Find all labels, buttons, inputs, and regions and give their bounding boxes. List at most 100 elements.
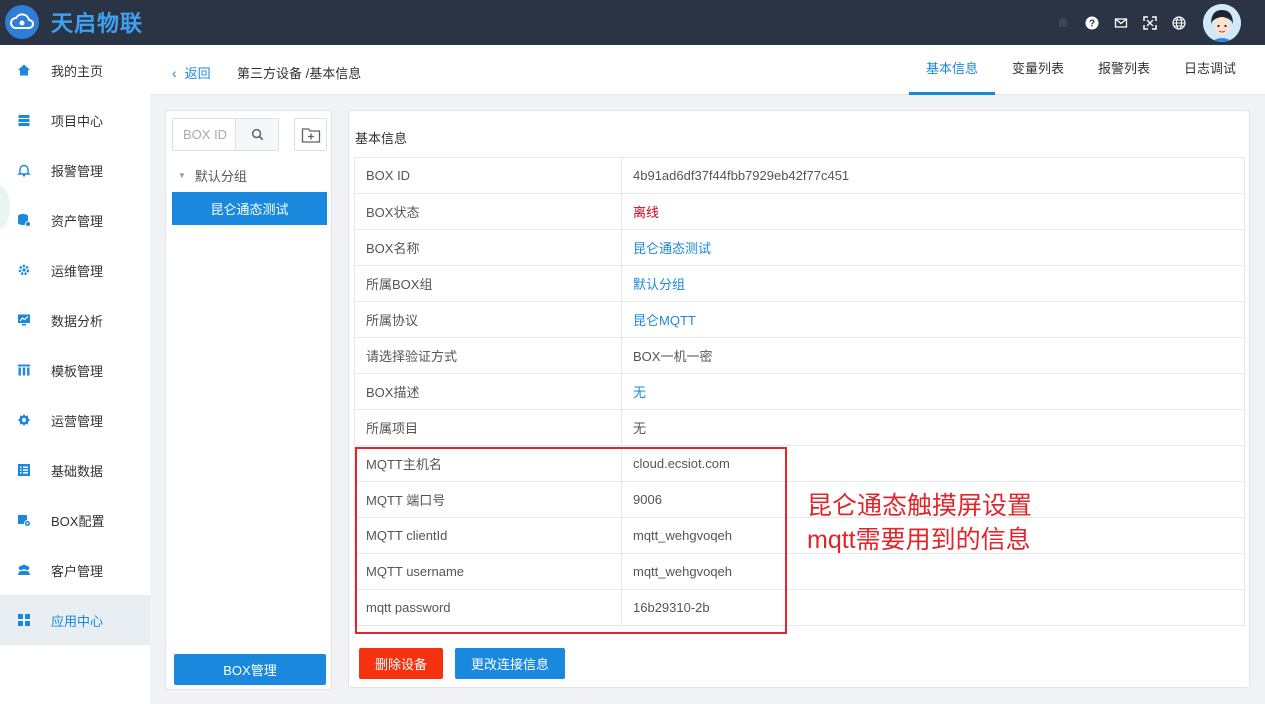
- sidebar-item-label: 客户管理: [51, 563, 104, 579]
- tab-basic-info[interactable]: 基本信息: [908, 45, 995, 95]
- gear-icon: [18, 264, 30, 276]
- row-key: BOX名称: [354, 229, 622, 266]
- editable-value[interactable]: 默认分组: [621, 265, 1245, 302]
- back-label: 返回: [184, 66, 211, 81]
- sidebar-item-home[interactable]: 我的主页: [0, 45, 150, 95]
- help-icon[interactable]: ?: [1077, 0, 1106, 45]
- tab-variable-list[interactable]: 变量列表: [995, 45, 1081, 95]
- editable-value[interactable]: 昆仑MQTT: [621, 301, 1245, 338]
- sidebar-item-management[interactable]: 运营管理: [0, 395, 150, 445]
- sidebar-item-label: 基础数据: [51, 463, 104, 479]
- brand-name: 天启物联: [51, 11, 144, 36]
- sidebar-item-operations[interactable]: 运维管理: [0, 245, 150, 295]
- box-id-search-input[interactable]: [173, 119, 235, 150]
- table-row: 请选择验证方式 BOX一机一密: [354, 337, 1245, 374]
- bars-icon: [18, 364, 30, 376]
- row-key: BOX描述: [354, 373, 622, 410]
- tab-log-debug[interactable]: 日志调试: [1167, 45, 1253, 95]
- mail-icon[interactable]: [1106, 0, 1135, 45]
- back-link[interactable]: ‹ 返回: [172, 63, 211, 82]
- bell-icon[interactable]: [1048, 0, 1077, 45]
- chevron-left-icon: ‹: [172, 64, 177, 81]
- list-icon: [18, 464, 30, 476]
- tab-alarm-list[interactable]: 报警列表: [1081, 45, 1167, 95]
- table-row: BOX ID 4b91ad6df37f44fbb7929eb42f77c451: [354, 157, 1245, 194]
- database-icon: [18, 214, 31, 227]
- sidebar-item-box-config[interactable]: BOX配置: [0, 495, 150, 545]
- search-icon: [251, 128, 263, 141]
- sidebar-item-app-center[interactable]: 应用中心: [0, 595, 150, 645]
- sidebar-item-analytics[interactable]: 数据分析: [0, 295, 150, 345]
- globe-icon[interactable]: [1164, 0, 1193, 45]
- bell-icon: [17, 164, 31, 177]
- breadcrumb: 第三方设备 /基本信息: [237, 66, 362, 81]
- table-row: BOX状态 离线: [354, 193, 1245, 230]
- cog-ring-icon: [18, 414, 30, 426]
- table-row: 所属协议 昆仑MQTT: [354, 301, 1245, 338]
- stack-icon: [18, 115, 30, 126]
- sidebar-item-customers[interactable]: 客户管理: [0, 545, 150, 595]
- sidebar-item-label: 运营管理: [51, 413, 104, 429]
- page-header: ‹ 返回 第三方设备 /基本信息 基本信息 变量列表 报警列表 日志调试: [150, 45, 1265, 95]
- monitor-chart-icon: [18, 314, 30, 326]
- top-bar: 天启物联 ?: [0, 0, 1265, 45]
- sidebar-item-label: BOX配置: [51, 513, 105, 529]
- user-avatar[interactable]: [1203, 3, 1241, 42]
- sidebar-item-label: 资产管理: [51, 213, 104, 229]
- sidebar-item-basic-data[interactable]: 基础数据: [0, 445, 150, 495]
- annotation-text: 昆仑通态触摸屏设置 mqtt需要用到的信息: [807, 489, 1032, 557]
- status-value: 离线: [621, 193, 1245, 230]
- sidebar-item-label: 应用中心: [51, 613, 104, 629]
- section-title: 基本信息: [355, 131, 408, 146]
- row-key: BOX状态: [354, 193, 622, 230]
- search-button[interactable]: [235, 119, 278, 150]
- tree-device-selected[interactable]: 昆仑通态测试: [172, 192, 327, 225]
- cloud-logo-icon: [5, 5, 39, 39]
- top-toolbar: ?: [1048, 0, 1265, 45]
- sidebar-item-projects[interactable]: 项目中心: [0, 95, 150, 145]
- sidebar: 我的主页 项目中心 报警管理 资产管理 运维管理 数据分析 模板管理 运营管理 …: [0, 45, 150, 704]
- annotation-line-1: 昆仑通态触摸屏设置: [807, 492, 1033, 520]
- caret-down-icon: ▼: [178, 171, 186, 180]
- sidebar-item-label: 报警管理: [51, 163, 104, 179]
- row-value: BOX一机一密: [621, 337, 1245, 374]
- add-group-button[interactable]: [294, 118, 327, 151]
- row-value: 4b91ad6df37f44fbb7929eb42f77c451: [621, 157, 1245, 194]
- device-tree-panel: ▼ 默认分组 昆仑通态测试 BOX管理: [165, 110, 332, 690]
- brand-logo[interactable]: 天启物联: [5, 5, 143, 39]
- sidebar-item-label: 运维管理: [51, 263, 104, 279]
- delete-device-button[interactable]: 删除设备: [359, 648, 444, 679]
- row-key: 请选择验证方式: [354, 337, 622, 374]
- row-key: 所属协议: [354, 301, 622, 338]
- sidebar-item-alarms[interactable]: 报警管理: [0, 145, 150, 195]
- table-row: BOX名称 昆仑通态测试: [354, 229, 1245, 266]
- fullscreen-icon[interactable]: [1135, 0, 1164, 45]
- tree-group-default[interactable]: ▼ 默认分组: [178, 166, 247, 185]
- sidebar-item-assets[interactable]: 资产管理: [0, 195, 150, 245]
- table-row: 所属项目无: [354, 409, 1245, 446]
- sidebar-item-templates[interactable]: 模板管理: [0, 345, 150, 395]
- folder-plus-icon: [301, 127, 320, 143]
- home-icon: [18, 64, 30, 76]
- row-key: BOX ID: [354, 157, 622, 194]
- sidebar-item-label: 项目中心: [51, 113, 104, 129]
- search-box: [172, 118, 279, 151]
- editable-value[interactable]: 昆仑通态测试: [621, 229, 1245, 266]
- row-key: 所属项目: [354, 409, 622, 446]
- editable-value[interactable]: 无: [621, 373, 1245, 410]
- box-management-button[interactable]: BOX管理: [174, 654, 326, 685]
- annotation-line-2: mqtt需要用到的信息: [807, 526, 1031, 554]
- action-row: 删除设备 更改连接信息: [359, 648, 566, 679]
- update-connection-button[interactable]: 更改连接信息: [455, 648, 566, 679]
- device-gear-icon: [18, 515, 31, 527]
- sidebar-item-label: 模板管理: [51, 363, 104, 379]
- tab-bar: 基本信息 变量列表 报警列表 日志调试: [908, 45, 1253, 95]
- row-value: 无: [621, 409, 1245, 446]
- table-row: 所属BOX组 默认分组: [354, 265, 1245, 302]
- row-key: 所属BOX组: [354, 265, 622, 302]
- sidebar-item-label: 数据分析: [51, 313, 104, 329]
- table-row: BOX描述无: [354, 373, 1245, 410]
- apps-icon: [18, 614, 30, 626]
- sidebar-item-label: 我的主页: [51, 63, 104, 79]
- svg-text:?: ?: [1088, 18, 1094, 29]
